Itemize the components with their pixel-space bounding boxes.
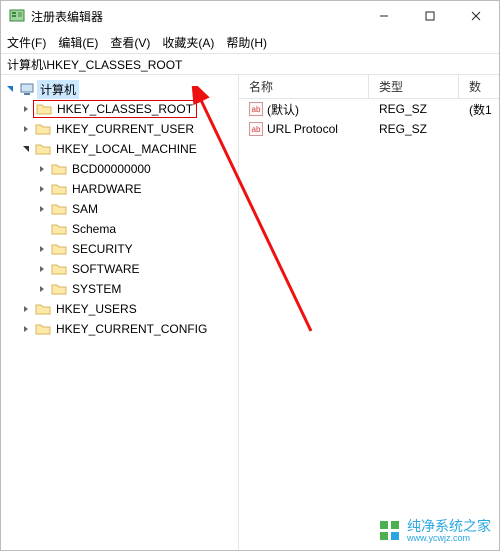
minimize-button[interactable] [361, 1, 407, 31]
tree-node-bcd[interactable]: BCD00000000 [1, 159, 238, 179]
tree-label: HKEY_USERS [53, 301, 140, 317]
col-data[interactable]: 数 [459, 75, 499, 98]
tree-node-hklm[interactable]: HKEY_LOCAL_MACHINE [1, 139, 238, 159]
list-item[interactable]: ab URL Protocol REG_SZ [239, 119, 499, 139]
window-title: 注册表编辑器 [31, 8, 361, 25]
watermark-url: www.ycwjz.com [407, 534, 491, 544]
tree-label: SYSTEM [69, 281, 124, 297]
tree-node-hkcu[interactable]: HKEY_CURRENT_USER [1, 119, 238, 139]
folder-icon [35, 301, 51, 317]
expand-icon[interactable] [35, 262, 49, 276]
folder-icon [51, 261, 67, 277]
tree-node-sam[interactable]: SAM [1, 199, 238, 219]
value-type: REG_SZ [369, 102, 459, 116]
tree-label: HKEY_CURRENT_USER [53, 121, 197, 137]
menu-help[interactable]: 帮助(H) [226, 34, 267, 51]
string-value-icon: ab [249, 122, 263, 136]
menu-file[interactable]: 文件(F) [7, 34, 46, 51]
tree-label: SECURITY [69, 241, 136, 257]
tree-node-security[interactable]: SECURITY [1, 239, 238, 259]
tree-node-hkcr[interactable]: HKEY_CLASSES_ROOT [1, 99, 238, 119]
tree-node-hkcc[interactable]: HKEY_CURRENT_CONFIG [1, 319, 238, 339]
folder-icon [51, 241, 67, 257]
tree-label: 计算机 [37, 80, 79, 99]
expand-icon[interactable] [35, 162, 49, 176]
titlebar[interactable]: 注册表编辑器 [1, 1, 499, 31]
computer-icon [19, 81, 35, 97]
expand-icon[interactable] [19, 102, 33, 116]
expand-icon[interactable] [35, 282, 49, 296]
regedit-window: 注册表编辑器 文件(F) 编辑(E) 查看(V) 收藏夹(A) 帮助(H) 计算… [0, 0, 500, 551]
folder-icon [51, 161, 67, 177]
expand-icon[interactable] [35, 242, 49, 256]
list-pane[interactable]: 名称 类型 数 ab (默认) REG_SZ (数1 ab URL Protoc… [239, 75, 499, 550]
watermark: 纯净系统之家 www.ycwjz.com [379, 519, 491, 544]
tree-node-system[interactable]: SYSTEM [1, 279, 238, 299]
tree-label: SOFTWARE [69, 261, 143, 277]
folder-icon [51, 221, 67, 237]
value-type: REG_SZ [369, 122, 459, 136]
folder-icon [35, 121, 51, 137]
tree-node-hardware[interactable]: HARDWARE [1, 179, 238, 199]
tree-label: Schema [69, 221, 119, 237]
string-value-icon: ab [249, 102, 263, 116]
folder-icon [51, 181, 67, 197]
col-type[interactable]: 类型 [369, 75, 459, 98]
folder-icon [35, 321, 51, 337]
folder-icon [35, 141, 51, 157]
col-name[interactable]: 名称 [239, 75, 369, 98]
tree-label: BCD00000000 [69, 161, 154, 177]
menu-favorites[interactable]: 收藏夹(A) [162, 34, 214, 51]
tree-node-computer[interactable]: 计算机 [1, 79, 238, 99]
tree-label: HARDWARE [69, 181, 145, 197]
expand-icon[interactable] [19, 322, 33, 336]
tree-label: HKEY_CLASSES_ROOT [54, 101, 196, 117]
window-buttons [361, 1, 499, 31]
close-button[interactable] [453, 1, 499, 31]
menu-view[interactable]: 查看(V) [110, 34, 150, 51]
expand-icon[interactable] [35, 202, 49, 216]
folder-icon [51, 281, 67, 297]
value-name: URL Protocol [267, 122, 338, 136]
content-area: 计算机 HKEY_CLASSES_ROOT HKEY_CURRENT_USER … [1, 75, 499, 550]
tree-node-schema[interactable]: Schema [1, 219, 238, 239]
collapse-icon[interactable] [19, 142, 33, 156]
menu-edit[interactable]: 编辑(E) [58, 34, 98, 51]
list-header: 名称 类型 数 [239, 75, 499, 99]
address-bar[interactable]: 计算机\HKEY_CLASSES_ROOT [1, 53, 499, 75]
tree-node-hku[interactable]: HKEY_USERS [1, 299, 238, 319]
tree-label: HKEY_CURRENT_CONFIG [53, 321, 210, 337]
maximize-button[interactable] [407, 1, 453, 31]
expand-icon[interactable] [19, 302, 33, 316]
folder-icon [51, 201, 67, 217]
menubar: 文件(F) 编辑(E) 查看(V) 收藏夹(A) 帮助(H) [1, 31, 499, 53]
expand-icon[interactable] [3, 82, 17, 96]
address-text: 计算机\HKEY_CLASSES_ROOT [7, 56, 182, 73]
app-icon [9, 8, 25, 24]
watermark-logo-icon [379, 520, 401, 542]
tree-node-software[interactable]: SOFTWARE [1, 259, 238, 279]
watermark-brand: 纯净系统之家 [407, 519, 491, 534]
expand-icon[interactable] [35, 182, 49, 196]
tree-label: SAM [69, 201, 101, 217]
tree-pane[interactable]: 计算机 HKEY_CLASSES_ROOT HKEY_CURRENT_USER … [1, 75, 239, 550]
value-data: (数1 [459, 101, 499, 118]
list-item[interactable]: ab (默认) REG_SZ (数1 [239, 99, 499, 119]
expand-icon[interactable] [19, 122, 33, 136]
folder-icon [36, 101, 52, 117]
tree-label: HKEY_LOCAL_MACHINE [53, 141, 200, 157]
value-name: (默认) [267, 101, 299, 118]
